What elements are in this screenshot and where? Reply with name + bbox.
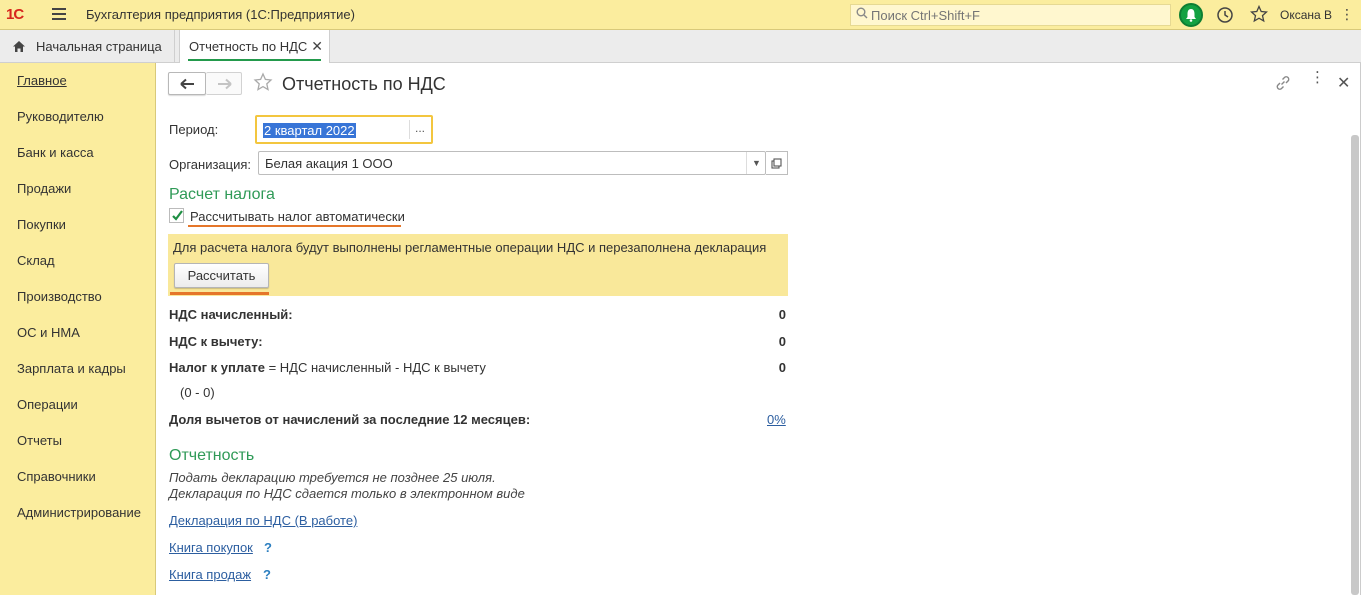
deduct-share-link[interactable]: 0% [767, 412, 786, 427]
purchase-book-help-icon[interactable]: ? [264, 540, 272, 555]
arrow-right-icon [218, 78, 232, 90]
auto-calc-label[interactable]: Рассчитывать налог автоматически [190, 209, 405, 224]
tax-payable-label-text: Налог к уплате [169, 360, 265, 375]
tax-payable-label: Налог к уплате = НДС начисленный - НДС к… [169, 360, 486, 375]
vat-accrued-value: 0 [778, 307, 786, 322]
tab-vat-reporting-label: Отчетность по НДС [189, 39, 308, 54]
calc-notice-panel: Для расчета налога будут выполнены регла… [168, 234, 788, 296]
organization-value[interactable]: Белая акация 1 ООО [265, 156, 393, 171]
main-menu-icon[interactable] [52, 8, 66, 20]
search-input[interactable] [871, 7, 1161, 23]
tax-payable-formula: = НДС начисленный - НДС к вычету [264, 360, 486, 375]
electronic-note: Декларация по НДС сдается только в элект… [169, 486, 525, 501]
reporting-section-title: Отчетность [169, 447, 255, 464]
sidebar-item-fixed-assets[interactable]: ОС и НМА [17, 325, 80, 340]
declaration-link[interactable]: Декларация по НДС (В работе) [169, 513, 357, 528]
favorite-star-icon[interactable] [253, 72, 273, 95]
sidebar-item-payroll[interactable]: Зарплата и кадры [17, 361, 126, 376]
deadline-note: Подать декларацию требуется не позднее 2… [169, 470, 496, 485]
organization-divider [746, 152, 747, 174]
search-icon [856, 7, 868, 22]
period-value[interactable]: 2 квартал 2022 [263, 123, 356, 138]
page-title: Отчетность по НДС [282, 74, 446, 94]
vat-deduct-label-text: НДС к вычету: [169, 334, 263, 349]
calculate-button[interactable]: Рассчитать [174, 263, 269, 288]
open-organization-button[interactable] [766, 151, 788, 175]
forward-button[interactable] [206, 72, 242, 95]
organization-label: Организация: [169, 157, 252, 172]
sidebar-item-admin[interactable]: Администрирование [17, 505, 141, 520]
tab-vat-reporting[interactable]: Отчетность по НДС ✕ [179, 30, 330, 63]
sidebar-item-main[interactable]: Главное [17, 73, 67, 88]
sidebar-item-warehouse[interactable]: Склад [17, 253, 55, 268]
vat-deduct-value: 0 [778, 334, 786, 349]
home-icon [13, 40, 25, 52]
tax-payable-detail: (0 - 0) [180, 385, 215, 400]
link-icon[interactable] [1274, 75, 1292, 94]
top-bar: 1С Бухгалтерия предприятия (1С:Предприят… [0, 0, 1361, 30]
active-tab-indicator [188, 59, 321, 61]
auto-calc-checkbox[interactable] [169, 208, 184, 223]
open-icon [771, 158, 782, 169]
sidebar-item-production[interactable]: Производство [17, 289, 102, 304]
close-tab-icon[interactable]: ✕ [311, 38, 323, 55]
arrow-left-icon [180, 78, 194, 90]
checkmark-icon [172, 210, 183, 221]
period-divider [409, 120, 410, 139]
tax-payable-value: 0 [778, 360, 786, 375]
sales-book-link[interactable]: Книга продаж [169, 567, 251, 582]
tab-home-label: Начальная страница [36, 38, 162, 54]
more-actions-icon[interactable]: ⋮ [1310, 70, 1325, 85]
sidebar-item-operations[interactable]: Операции [17, 397, 78, 412]
chevron-down-icon[interactable]: ▼ [752, 158, 761, 168]
period-field[interactable]: 2 квартал 2022 ... [255, 115, 433, 144]
vat-accrued-label-text: НДС начисленный: [169, 307, 293, 322]
system-menu-icon[interactable]: ⋮ [1340, 6, 1354, 23]
purchase-book-link[interactable]: Книга покупок [169, 540, 253, 555]
sidebar-item-purchases[interactable]: Покупки [17, 217, 66, 232]
user-name[interactable]: Оксана В [1280, 8, 1332, 22]
sidebar-item-bank[interactable]: Банк и касса [17, 145, 94, 160]
form-area: Отчетность по НДС ⋮ ✕ Период: 2 квартал … [157, 63, 1361, 595]
app-title: Бухгалтерия предприятия (1С:Предприятие) [86, 7, 355, 22]
tab-bar: Начальная страница Отчетность по НДС ✕ [0, 30, 1361, 63]
deduct-share-label-text: Доля вычетов от начислений за последние … [169, 412, 531, 427]
deduct-share-label: Доля вычетов от начислений за последние … [169, 412, 530, 427]
vertical-scrollbar[interactable] [1351, 135, 1359, 595]
sidebar-item-catalogs[interactable]: Справочники [17, 469, 96, 484]
close-form-icon[interactable]: ✕ [1337, 73, 1350, 93]
app-logo[interactable]: 1С [6, 6, 24, 23]
highlight-underline [170, 292, 269, 295]
sidebar-item-sales[interactable]: Продажи [17, 181, 71, 196]
back-button[interactable] [168, 72, 206, 95]
period-label: Период: [169, 122, 219, 137]
tab-home[interactable]: Начальная страница [0, 30, 175, 62]
notifications-bell-icon[interactable] [1179, 3, 1203, 27]
period-select-button[interactable]: ... [415, 121, 425, 135]
sidebar-item-reports[interactable]: Отчеты [17, 433, 62, 448]
vat-accrued-label: НДС начисленный: [169, 307, 293, 322]
organization-field[interactable]: Белая акация 1 ООО ▼ [258, 151, 766, 175]
vat-deduct-label: НДС к вычету: [169, 334, 263, 349]
favorites-star-icon[interactable] [1249, 4, 1269, 26]
history-icon[interactable] [1216, 6, 1234, 27]
calc-notice-text: Для расчета налога будут выполнены регла… [173, 240, 767, 255]
sidebar-item-director[interactable]: Руководителю [17, 109, 104, 124]
search-box[interactable] [850, 4, 1171, 26]
tax-calc-section-title: Расчет налога [169, 186, 275, 203]
sections-panel: Главное Руководителю Банк и касса Продаж… [0, 63, 156, 595]
sales-book-help-icon[interactable]: ? [263, 567, 271, 582]
highlight-underline [188, 225, 401, 227]
